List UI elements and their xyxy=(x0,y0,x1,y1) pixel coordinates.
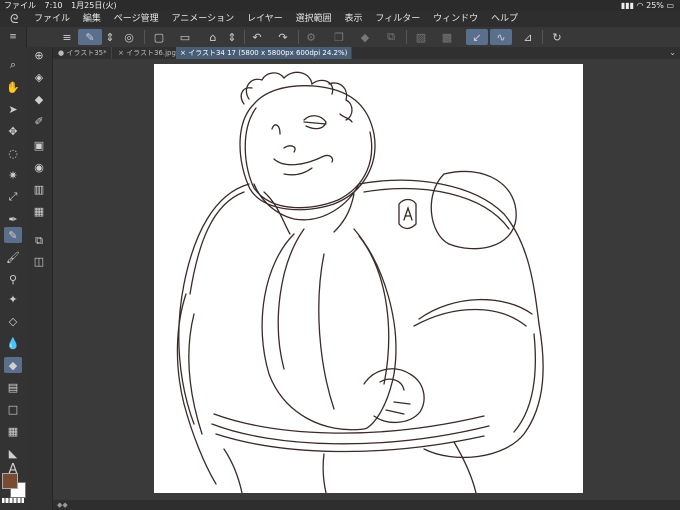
eraser-icon[interactable]: ◇ xyxy=(4,313,22,329)
sub-tool-zoom-icon[interactable]: ⊕ xyxy=(30,47,48,63)
fill-bucket-icon[interactable]: ◆ xyxy=(4,357,22,373)
operation-icon[interactable]: ➤ xyxy=(4,101,22,117)
blend-icon[interactable]: 💧 xyxy=(4,335,22,351)
color-set-icon[interactable]: ▦ xyxy=(30,203,48,219)
palette-collapse-icon[interactable]: ≡ xyxy=(4,29,22,45)
stroke-stabilizer-icon[interactable]: ↙ xyxy=(466,29,488,45)
status-footer: ◆◆ xyxy=(53,500,680,510)
menu-window[interactable]: ウィンドウ xyxy=(433,14,478,24)
gradient-icon[interactable]: ▤ xyxy=(4,379,22,395)
chevron-updown-icon[interactable]: ⇕ xyxy=(104,29,116,45)
pencil-icon[interactable]: ✎ xyxy=(4,227,22,243)
app-gallery-icon[interactable]: ◎ xyxy=(120,29,138,45)
layers-icon[interactable]: ◫ xyxy=(30,253,48,269)
battery-percent: 25% xyxy=(646,1,664,10)
main-color-swatch[interactable] xyxy=(2,473,18,489)
redo-icon[interactable]: ↷ xyxy=(274,29,292,45)
pen-icon[interactable]: ✒ xyxy=(4,211,22,227)
tab-illust-35[interactable]: ● イラスト35* xyxy=(54,47,112,59)
frame-border-icon[interactable]: ▦ xyxy=(4,423,22,439)
sub-tool-brush-icon[interactable]: ✐ xyxy=(30,113,48,129)
menu-help[interactable]: ヘルプ xyxy=(491,14,518,24)
tab-illust-36[interactable]: × イラスト36.jpg xyxy=(114,47,181,59)
status-app-name[interactable]: ファイル xyxy=(4,1,36,10)
status-time: 7:10 xyxy=(44,1,63,10)
hand-icon[interactable]: ✋ xyxy=(4,79,22,95)
menu-page[interactable]: ページ管理 xyxy=(114,14,159,24)
ios-status-bar: ファイル 7:10 1月25日(火) ▮▮▮ ◠ 25% ▭ xyxy=(0,0,680,11)
figure-icon[interactable]: □ xyxy=(4,401,22,417)
brush-size-icon[interactable]: ◉ xyxy=(30,159,48,175)
chevron-updown-icon-2[interactable]: ⇕ xyxy=(226,29,238,45)
deselect-icon[interactable]: ▨ xyxy=(412,29,430,45)
move-layer-icon[interactable]: ✥ xyxy=(4,123,22,139)
lasso-select-icon[interactable]: ◌ xyxy=(4,145,22,161)
layer-property-icon[interactable]: ⧉ xyxy=(30,233,48,249)
color-swatches[interactable] xyxy=(2,473,26,503)
menu-file[interactable]: ファイル xyxy=(34,14,70,24)
transform-icon[interactable]: ⧉ xyxy=(382,29,400,45)
magic-wand-icon[interactable]: ✷ xyxy=(4,167,22,183)
smooth-stroke-icon[interactable]: ∿ xyxy=(490,29,512,45)
color-wheel-icon[interactable]: ▥ xyxy=(30,181,48,197)
menu-bar: ᘓ ファイル 編集 ページ管理 アニメーション レイヤー 選択範囲 表示 フィル… xyxy=(0,11,680,27)
eyedropper-icon[interactable]: ⤢ xyxy=(4,189,22,205)
hamburger-menu-icon[interactable]: ≡ xyxy=(58,29,76,45)
menu-animation[interactable]: アニメーション xyxy=(171,14,234,24)
transparent-color-swatch[interactable] xyxy=(2,498,24,503)
menu-filter[interactable]: フィルター xyxy=(375,14,420,24)
signal-icon: ▮▮▮ xyxy=(620,1,637,10)
zoom-icon[interactable]: ⌕ xyxy=(4,57,22,73)
menu-selection[interactable]: 選択範囲 xyxy=(296,14,332,24)
chevron-down-icon[interactable]: ⌄ xyxy=(669,47,676,59)
quick-access-icon[interactable]: ↻ xyxy=(548,29,566,45)
decoration-icon[interactable]: ✦ xyxy=(4,291,22,307)
copy-icon[interactable]: ❐ xyxy=(330,29,348,45)
command-bar: ≡ ✎ ⇕ ◎ ▢ ▭ ⌂ ⇕ ↶ ↷ ⚙ ❐ ◆ ⧉ ▨ ▩ ↙ ∿ ⊿ ↻ xyxy=(0,27,680,48)
canvas-area[interactable] xyxy=(53,59,680,500)
fill-icon[interactable]: ◆ xyxy=(356,29,374,45)
menu-edit[interactable]: 編集 xyxy=(83,14,101,24)
status-date: 1月25日(火) xyxy=(71,1,117,10)
tab-illust-34[interactable]: × イラスト34 17 (5800 x 5800px 600dpi 24.2%) xyxy=(176,47,353,59)
sub-tool-properties-icon[interactable]: ▣ xyxy=(30,137,48,153)
ruler-icon[interactable]: ⊿ xyxy=(518,29,538,45)
battery-icon: ▭ xyxy=(666,1,674,10)
sub-tool-strip: ⊕ ◈ ◆ ✐ ▣ ◉ ▥ ▦ ⧉ ◫ xyxy=(26,47,53,510)
footer-handle-icon[interactable]: ◆◆ xyxy=(57,500,68,510)
wifi-icon: ◠ xyxy=(636,1,647,10)
document-tabs: ● イラスト35* × イラスト36.jpg × イラスト34 17 (5800… xyxy=(52,47,680,59)
settings-gear-icon[interactable]: ⚙ xyxy=(302,29,320,45)
undo-icon[interactable]: ↶ xyxy=(248,29,266,45)
ruler-tool-icon[interactable]: ◣ xyxy=(4,445,22,461)
drawing-canvas[interactable] xyxy=(154,64,583,494)
app-logo-icon[interactable]: ᘓ xyxy=(10,12,24,26)
menu-view[interactable]: 表示 xyxy=(345,14,363,24)
airbrush-icon[interactable]: ⚲ xyxy=(4,271,22,287)
sub-tool-bucket-icon[interactable]: ◆ xyxy=(30,91,48,107)
pen-sync-icon[interactable]: ✎ xyxy=(78,29,102,45)
save-icon[interactable]: ⌂ xyxy=(204,29,222,45)
open-folder-icon[interactable]: ▭ xyxy=(176,29,194,45)
sketch-artwork xyxy=(176,71,544,494)
brush-icon[interactable]: 🖌 xyxy=(4,249,22,265)
tool-palette: ≡ ⌕ ✋ ➤ ✥ ◌ ✷ ⤢ ✒ ✎ 🖌 ⚲ ✦ ◇ 💧 ◆ ▤ □ ▦ ◣ … xyxy=(0,27,27,510)
menu-layer[interactable]: レイヤー xyxy=(247,14,283,24)
invert-selection-icon[interactable]: ▩ xyxy=(438,29,456,45)
new-file-icon[interactable]: ▢ xyxy=(150,29,168,45)
sub-tool-fill-icon[interactable]: ◈ xyxy=(30,69,48,85)
